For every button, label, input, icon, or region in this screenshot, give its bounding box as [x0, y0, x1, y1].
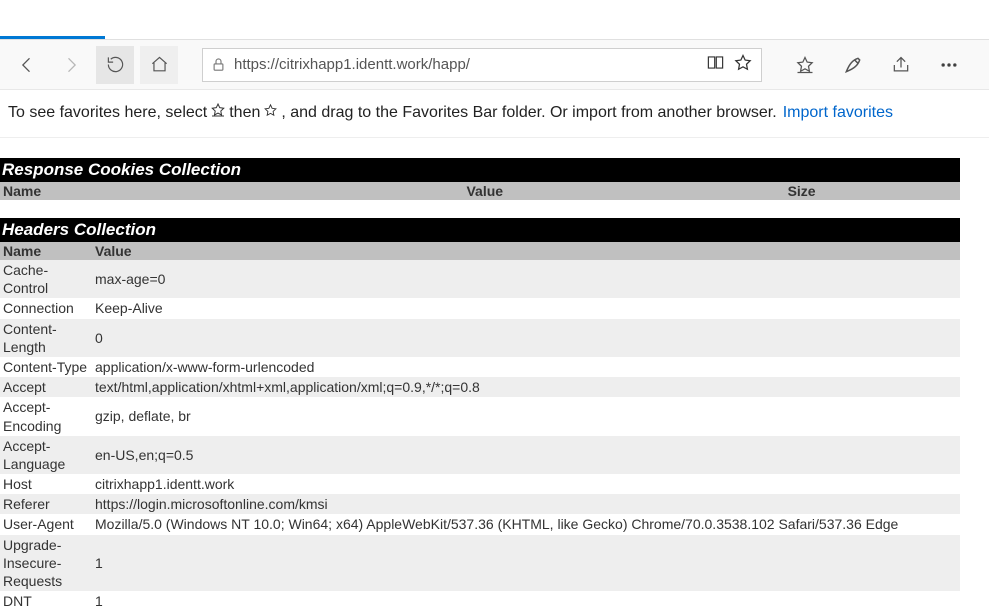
table-row: User-AgentMozilla/5.0 (Windows NT 10.0; …	[0, 514, 960, 534]
favorites-bar-hint: To see favorites here, select then , and…	[0, 90, 989, 138]
table-row: Content-Typeapplication/x-www-form-urlen…	[0, 357, 960, 377]
header-name: Host	[0, 474, 92, 494]
header-name: User-Agent	[0, 514, 92, 534]
header-name: Accept	[0, 377, 92, 397]
refresh-button[interactable]	[96, 46, 134, 84]
address-bar[interactable]: https://citrixhapp1.identt.work/happ/	[202, 48, 762, 82]
table-row: Upgrade-Insecure-Requests1	[0, 535, 960, 592]
star-line-icon	[210, 102, 226, 123]
header-value: 0	[92, 319, 960, 357]
notes-icon[interactable]	[836, 48, 870, 82]
table-row: Content-Length0	[0, 319, 960, 357]
table-row: Cache-Controlmax-age=0	[0, 260, 960, 298]
header-name: Content-Length	[0, 319, 92, 357]
header-value: Mozilla/5.0 (Windows NT 10.0; Win64; x64…	[92, 514, 960, 534]
header-name: Upgrade-Insecure-Requests	[0, 535, 92, 592]
headers-section-title: Headers Collection	[0, 218, 960, 242]
header-value: 1	[92, 535, 960, 592]
table-row: Hostcitrixhapp1.identt.work	[0, 474, 960, 494]
url-text: https://citrixhapp1.identt.work/happ/	[234, 56, 698, 73]
table-row: Accept-Encodinggzip, deflate, br	[0, 397, 960, 435]
table-row: DNT1	[0, 591, 960, 608]
share-icon[interactable]	[884, 48, 918, 82]
header-value: application/x-www-form-urlencoded	[92, 357, 960, 377]
back-button[interactable]	[8, 46, 46, 84]
header-name: Content-Type	[0, 357, 92, 377]
favorites-hub-icon[interactable]	[788, 48, 822, 82]
forward-button[interactable]	[52, 46, 90, 84]
header-name: Referer	[0, 494, 92, 514]
col-value: Value	[326, 182, 643, 200]
header-name: DNT	[0, 591, 92, 608]
table-row: Accepttext/html,application/xhtml+xml,ap…	[0, 377, 960, 397]
header-name: Accept-Encoding	[0, 397, 92, 435]
col-name: Name	[0, 182, 326, 200]
page-content: Response Cookies Collection Name Value S…	[0, 138, 989, 608]
more-icon[interactable]	[932, 48, 966, 82]
table-row: ConnectionKeep-Alive	[0, 298, 960, 318]
reading-view-icon[interactable]	[706, 53, 725, 76]
browser-toolbar: https://citrixhapp1.identt.work/happ/	[0, 40, 989, 90]
cookies-section-title: Response Cookies Collection	[0, 158, 960, 182]
star-icon	[263, 103, 278, 123]
import-favorites-link[interactable]: Import favorites	[783, 104, 893, 122]
cookies-table: Name Value Size	[0, 182, 960, 200]
col-name: Name	[0, 242, 92, 260]
favbar-text: To see favorites here, select	[8, 104, 207, 122]
header-value: Keep-Alive	[92, 298, 960, 318]
header-value: gzip, deflate, br	[92, 397, 960, 435]
table-row: Refererhttps://login.microsoftonline.com…	[0, 494, 960, 514]
col-size: Size	[643, 182, 960, 200]
favbar-text-mid: then	[229, 104, 260, 122]
home-button[interactable]	[140, 46, 178, 84]
header-name: Connection	[0, 298, 92, 318]
active-tab-indicator	[0, 36, 105, 39]
favorite-star-icon[interactable]	[733, 53, 753, 76]
lock-icon	[211, 57, 226, 72]
favbar-text-suffix: , and drag to the Favorites Bar folder. …	[281, 104, 776, 122]
table-row: Accept-Languageen-US,en;q=0.5	[0, 436, 960, 474]
tab-bar	[0, 0, 989, 40]
header-name: Accept-Language	[0, 436, 92, 474]
toolbar-right	[788, 48, 966, 82]
header-value: citrixhapp1.identt.work	[92, 474, 960, 494]
header-name: Cache-Control	[0, 260, 92, 298]
header-value: en-US,en;q=0.5	[92, 436, 960, 474]
header-value: 1	[92, 591, 960, 608]
header-value: https://login.microsoftonline.com/kmsi	[92, 494, 960, 514]
header-value: max-age=0	[92, 260, 960, 298]
header-value: text/html,application/xhtml+xml,applicat…	[92, 377, 960, 397]
col-value: Value	[92, 242, 960, 260]
headers-table: Name Value Cache-Controlmax-age=0Connect…	[0, 242, 960, 608]
